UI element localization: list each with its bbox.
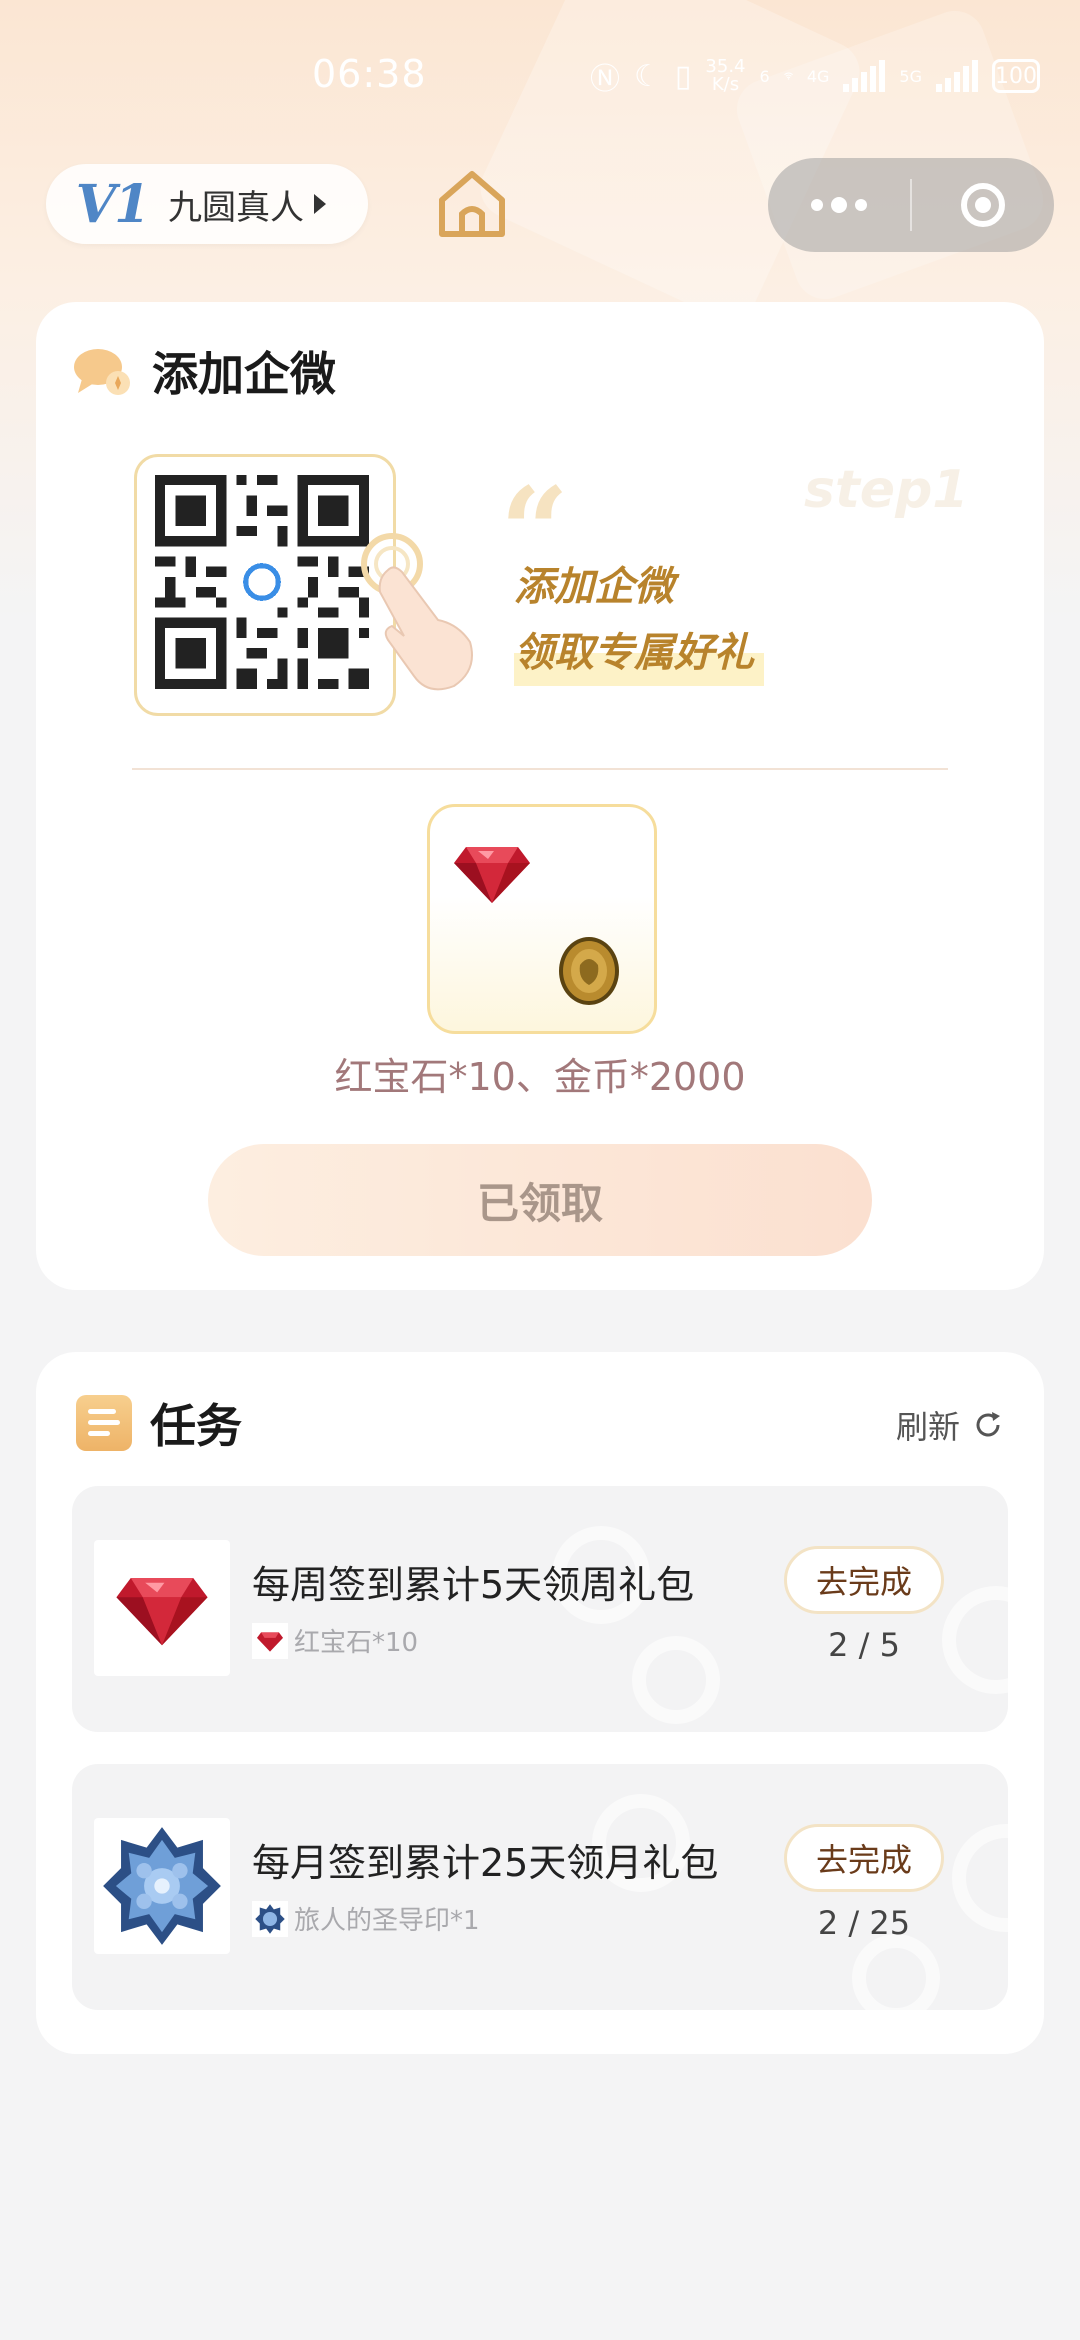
dot-icon [811, 199, 823, 211]
network-label-4g: 4G [806, 66, 830, 86]
ruby-icon [116, 1578, 208, 1646]
step-label: step1 [804, 460, 969, 520]
task-name: 每周签到累计5天领周礼包 [252, 1563, 695, 1607]
status-icons: Ⓝ ☾ ▯ 35.4 K/s 6 4G 5G 100 [590, 52, 1040, 100]
gold-coin-icon [559, 937, 619, 1005]
go-complete-button[interactable]: 去完成 [784, 1546, 944, 1614]
dot-icon [831, 197, 847, 213]
tasks-card-header: 任务 [76, 1390, 242, 1456]
target-dot [975, 197, 991, 213]
brand-name: 九圆真人 [168, 187, 304, 228]
tasks-card-title: 任务 [150, 1399, 242, 1453]
target-icon [961, 183, 1005, 227]
mini-program-capsule [768, 158, 1054, 252]
tasks-card: 任务 刷新 每周签到累计5天领周礼包 红宝石*10 去完成 2 / 5 每月签到… [36, 1352, 1044, 2054]
qr-code[interactable] [155, 475, 369, 689]
ruby-icon [454, 847, 530, 903]
background-decoration [852, 1934, 940, 2010]
brand-switcher[interactable]: V1 九圆真人 [46, 164, 368, 244]
wecom-card: 添加企微 “ step1 添加企微 领取专属好礼 红宝石*10、金币*2000 … [36, 302, 1044, 1290]
moon-icon: ☾ [634, 58, 661, 94]
task-thumbnail [94, 1540, 230, 1676]
vibrate-icon: ▯ [674, 58, 692, 94]
caret-right-icon [314, 194, 326, 214]
refresh-label: 刷新 [895, 1408, 960, 1446]
reward-text: 红宝石*10、金币*2000 [334, 1055, 746, 1099]
task-list-icon [76, 1395, 132, 1451]
network-label-6: 6 [759, 66, 770, 86]
task-progress: 2 / 25 [817, 1904, 911, 1942]
background-decoration [942, 1586, 1008, 1694]
wecom-card-header: 添加企微 [72, 338, 336, 404]
dot-icon [855, 199, 867, 211]
promo-line-1: 添加企微 [514, 564, 674, 610]
holy-seal-icon [252, 1900, 288, 1937]
task-reward: 红宝石*10 [252, 1622, 418, 1659]
brand-logo: V1 [64, 173, 160, 235]
battery-indicator: 100 [992, 59, 1040, 93]
nfc-icon: Ⓝ [590, 62, 620, 97]
promo-line-2: 领取专属好礼 [514, 620, 764, 686]
wifi-icon [783, 72, 793, 80]
network-speed-unit: K/s [711, 74, 740, 95]
chat-bubble-icon [74, 349, 130, 395]
more-options-button[interactable] [768, 197, 910, 213]
home-icon[interactable] [434, 166, 510, 242]
task-reward: 旅人的圣导印*1 [252, 1900, 480, 1937]
wecom-card-title: 添加企微 [152, 347, 336, 401]
qr-code-frame [134, 454, 396, 716]
go-complete-button[interactable]: 去完成 [784, 1824, 944, 1892]
refresh-icon [976, 1412, 1000, 1437]
task-thumbnail [94, 1818, 230, 1954]
task-reward-label: 旅人的圣导印*1 [294, 1906, 480, 1936]
background-decoration [632, 1636, 720, 1724]
task-item: 每月签到累计25天领月礼包 旅人的圣导印*1 去完成 2 / 25 [72, 1764, 1008, 2010]
network-speed: 35.4 K/s [705, 58, 745, 94]
network-label-5g: 5G [899, 66, 922, 86]
divider [132, 768, 948, 770]
ruby-icon [252, 1622, 288, 1659]
task-item: 每周签到累计5天领周礼包 红宝石*10 去完成 2 / 5 [72, 1486, 1008, 1732]
status-time: 06:38 [312, 52, 427, 96]
holy-seal-icon [103, 1827, 221, 1945]
task-name: 每月签到累计25天领月礼包 [252, 1841, 719, 1885]
close-miniprogram-button[interactable] [912, 183, 1054, 227]
claimed-button[interactable]: 已领取 [208, 1144, 872, 1256]
signal-icon [843, 60, 886, 92]
status-bar: 06:38 Ⓝ ☾ ▯ 35.4 K/s 6 4G 5G 100 [0, 0, 1080, 160]
refresh-button[interactable]: 刷新 [896, 1402, 1004, 1448]
pointing-hand-icon [361, 533, 473, 691]
task-progress: 2 / 5 [828, 1626, 900, 1664]
reward-preview [427, 804, 657, 1034]
promo-text: 添加企微 领取专属好礼 [514, 554, 764, 686]
brand-logo-text: V1 [75, 173, 151, 235]
task-reward-label: 红宝石*10 [294, 1628, 419, 1658]
background-decoration [952, 1824, 1008, 1932]
signal-icon [936, 60, 978, 92]
